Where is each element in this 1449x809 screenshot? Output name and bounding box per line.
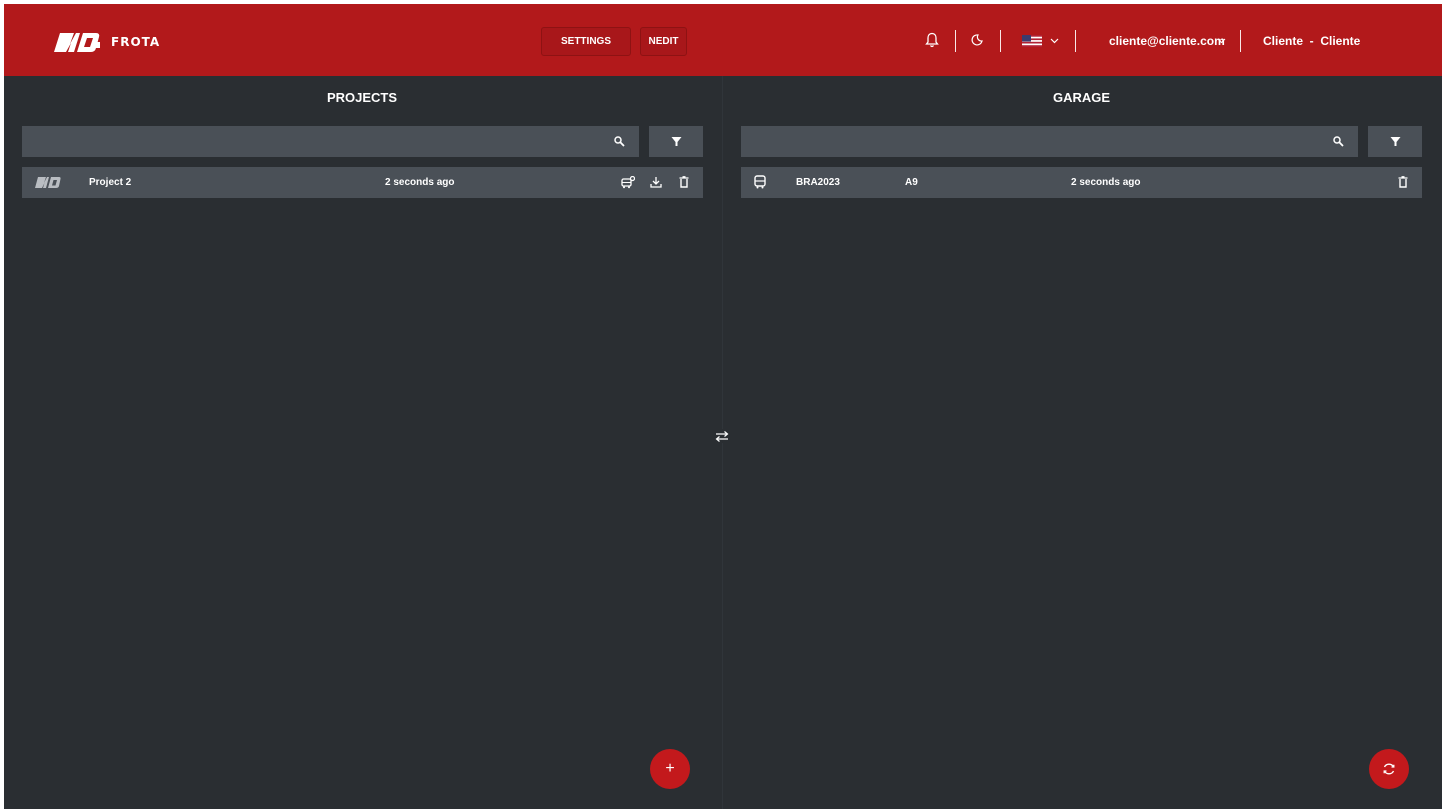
chevron-down-icon[interactable] — [1217, 37, 1226, 45]
refresh-button[interactable] — [1369, 749, 1409, 789]
project-time: 2 seconds ago — [385, 177, 455, 188]
us-flag-icon — [1021, 35, 1042, 47]
header-separator — [1240, 30, 1241, 52]
trash-icon[interactable] — [679, 176, 689, 188]
project-name: Project 2 — [89, 177, 132, 188]
user-email[interactable]: cliente@cliente.com — [1109, 34, 1225, 48]
logo-mark-icon — [54, 33, 100, 52]
projects-title: PROJECTS — [326, 90, 398, 105]
download-icon[interactable] — [650, 176, 662, 188]
logo-text: FROTA — [111, 35, 161, 49]
bus-icon — [754, 175, 766, 189]
add-project-button[interactable]: + — [650, 749, 690, 789]
swap-arrows-icon[interactable] — [714, 429, 730, 443]
logo[interactable]: FROTA — [52, 30, 160, 54]
project-row[interactable]: Project 2 2 seconds ago — [22, 167, 703, 198]
app-window: FROTA SETTINGS NEDIT cliente@cliente.com — [4, 4, 1442, 809]
dark-mode-moon-icon[interactable] — [970, 33, 984, 47]
bell-icon[interactable] — [924, 32, 940, 48]
language-select[interactable] — [1020, 34, 1060, 48]
header-separator — [1000, 30, 1001, 52]
nedit-button[interactable]: NEDIT — [640, 27, 687, 56]
projects-search-input[interactable] — [22, 126, 639, 157]
user-name: Cliente - Cliente — [1263, 34, 1361, 48]
projects-filter-button[interactable] — [649, 126, 703, 157]
vehicle-plate: BRA2023 — [796, 177, 840, 188]
header-separator — [955, 30, 956, 52]
garage-title: GARAGE — [1052, 90, 1111, 105]
garage-search-input[interactable] — [741, 126, 1358, 157]
header-separator — [1075, 30, 1076, 52]
refresh-icon — [1383, 763, 1395, 775]
garage-filter-button[interactable] — [1368, 126, 1422, 157]
search-icon[interactable] — [614, 136, 625, 147]
vehicle-time: 2 seconds ago — [1071, 177, 1141, 188]
settings-button[interactable]: SETTINGS — [541, 27, 631, 56]
bus-settings-icon[interactable] — [621, 176, 635, 189]
vehicle-model: A9 — [905, 177, 918, 188]
top-header: FROTA SETTINGS NEDIT cliente@cliente.com — [4, 4, 1442, 76]
filter-icon — [1390, 137, 1400, 146]
project-logo-icon — [35, 177, 61, 188]
garage-row[interactable]: BRA2023 A9 2 seconds ago — [741, 167, 1422, 198]
chevron-down-icon — [1050, 38, 1058, 44]
filter-icon — [671, 137, 681, 146]
trash-icon[interactable] — [1398, 176, 1408, 188]
search-icon[interactable] — [1333, 136, 1344, 147]
